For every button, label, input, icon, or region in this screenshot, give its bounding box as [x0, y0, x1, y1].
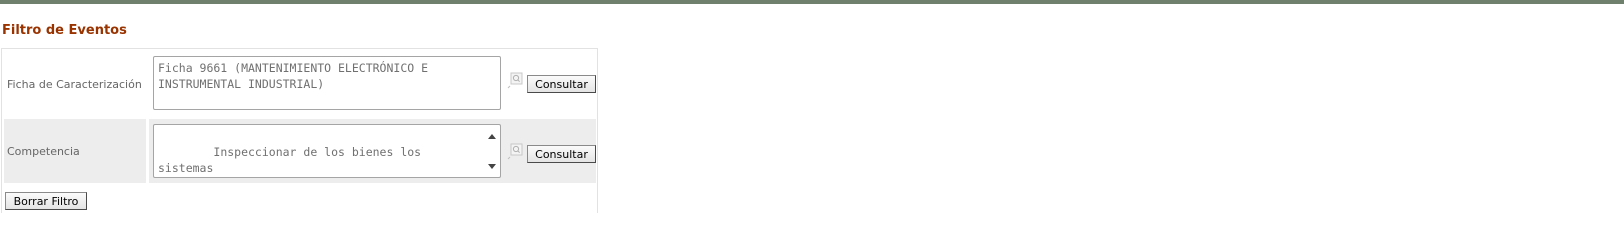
- filter-panel: Ficha de Caracterización Ficha 9661 (MAN…: [1, 48, 598, 213]
- competencia-row: Competencia Inspeccionar de los bienes l…: [2, 119, 597, 183]
- scroll-down-arrow-icon[interactable]: [488, 164, 496, 169]
- ficha-consultar-button[interactable]: Consultar: [527, 75, 596, 93]
- scroll-up-arrow-icon[interactable]: [488, 134, 496, 139]
- ficha-row: Ficha de Caracterización Ficha 9661 (MAN…: [2, 53, 597, 115]
- magnifier-icon[interactable]: [506, 72, 524, 90]
- ficha-label: Ficha de Caracterización: [7, 77, 142, 91]
- competencia-field[interactable]: Inspeccionar de los bienes los sistemas …: [153, 124, 501, 178]
- magnifier-icon[interactable]: [506, 143, 524, 161]
- competencia-scrollbar[interactable]: [484, 126, 499, 176]
- ficha-field[interactable]: Ficha 9661 (MANTENIMIENTO ELECTRÓNICO E …: [153, 56, 501, 110]
- clear-filter-button[interactable]: Borrar Filtro: [5, 192, 87, 210]
- competencia-label: Competencia: [4, 119, 146, 183]
- ficha-value-cell: Ficha 9661 (MANTENIMIENTO ELECTRÓNICO E …: [149, 53, 596, 115]
- competencia-text: Inspeccionar de los bienes los sistemas …: [158, 145, 422, 175]
- competencia-value-cell: Inspeccionar de los bienes los sistemas …: [149, 119, 596, 183]
- section-title: Filtro de Eventos: [2, 23, 127, 38]
- top-accent-bar: [0, 0, 1624, 4]
- competencia-consultar-button[interactable]: Consultar: [527, 145, 596, 163]
